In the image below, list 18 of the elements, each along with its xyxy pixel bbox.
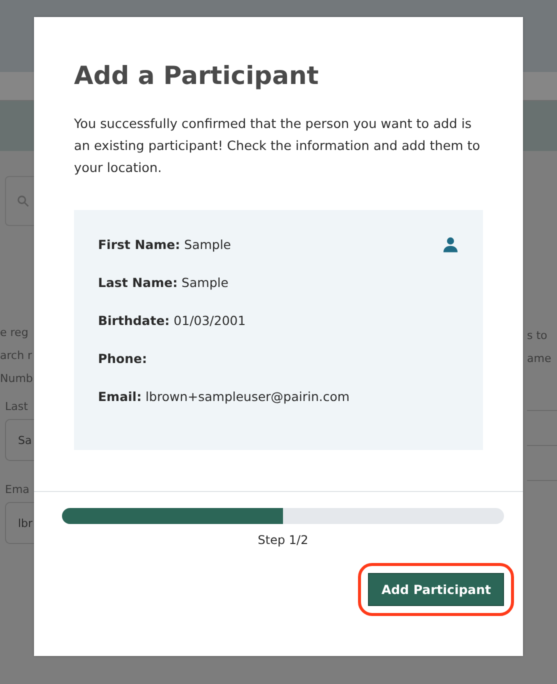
detail-row-text: First Name: Sample — [98, 236, 231, 254]
dialog-message: You successfully confirmed that the person you want to add is an existing participant! Check the information and add them to your location. — [74, 116, 482, 178]
detail-row-text: Email: lbrown+sampleuser@pairin.com — [98, 388, 350, 406]
background-text: s to — [527, 328, 548, 344]
background-text: e reg — [0, 325, 30, 341]
field-label: Last — [5, 400, 29, 413]
background-text: arch r — [0, 348, 34, 364]
person-icon — [442, 236, 459, 253]
dialog-title: Add a Participant — [74, 61, 320, 90]
step-label: Step 1/2 — [258, 533, 308, 547]
search-icon — [16, 194, 30, 208]
detail-row-text: Birthdate: 01/03/2001 — [98, 312, 246, 330]
background-text: ame — [527, 351, 552, 367]
detail-row-text: Last Name: Sample — [98, 274, 228, 292]
field-label: Ema — [5, 483, 30, 496]
background-text: Numb — [0, 371, 34, 387]
detail-row-text: Phone: — [98, 350, 148, 368]
add-participant-button[interactable]: Add Participant — [368, 573, 504, 606]
